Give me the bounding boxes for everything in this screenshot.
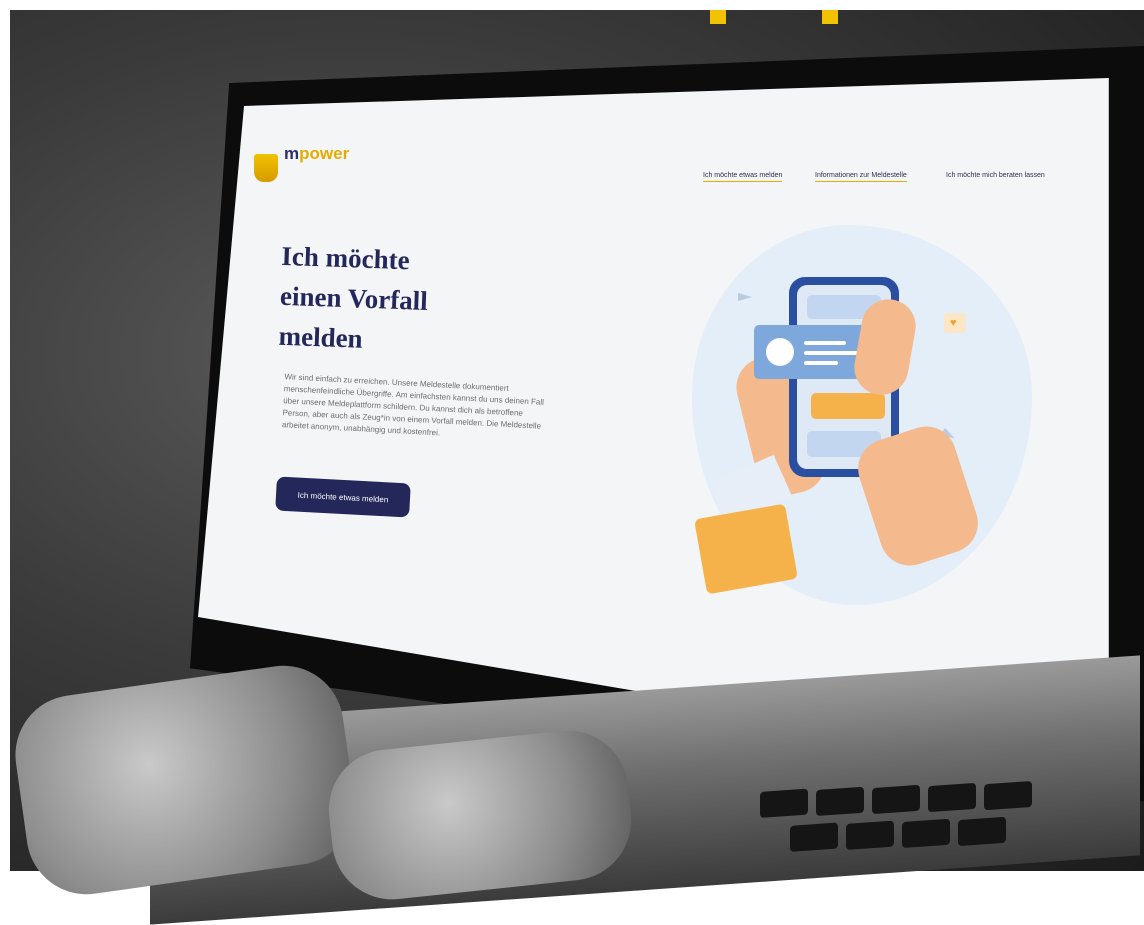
nav-info-link[interactable]: Informationen zur Meldestelle: [815, 172, 907, 182]
phone-chat-illustration: ♥: [652, 205, 1052, 625]
nav-report-link[interactable]: Ich möchte etwas melden: [703, 172, 783, 182]
heart-icon: ♥: [944, 313, 966, 333]
logo-wordmark: mpower: [284, 144, 350, 163]
chat-bubble: [811, 393, 885, 419]
yellow-accent-bar: [822, 10, 838, 24]
page-title: Ich möchte einen Vorfall melden: [278, 240, 429, 354]
left-sleeve: [694, 503, 798, 595]
nav-consult-link[interactable]: Ich möchte mich beraten lassen: [946, 172, 1045, 179]
user-avatar-icon: [766, 338, 794, 366]
paper-plane-icon: [738, 293, 752, 301]
logo-tagline: [284, 166, 394, 181]
report-button[interactable]: Ich möchte etwas melden: [275, 476, 411, 518]
logo-mark-icon: [254, 154, 278, 182]
yellow-accent-bar: [710, 10, 726, 24]
